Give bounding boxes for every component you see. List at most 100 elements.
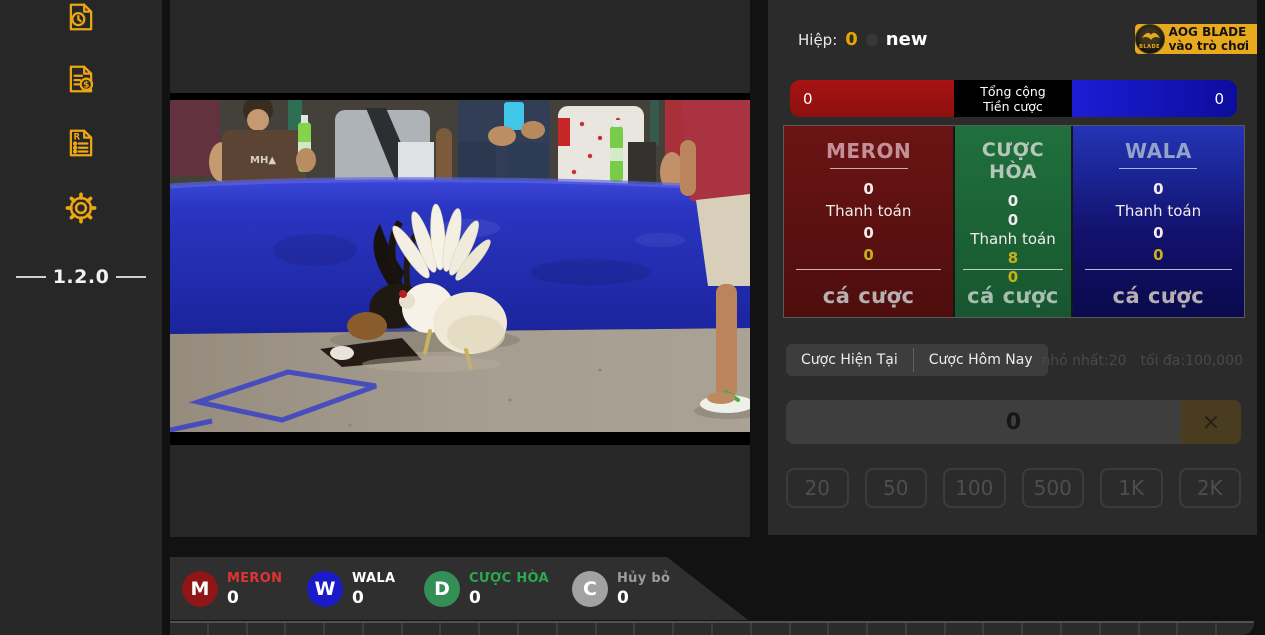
history-cell [829,623,868,635]
history-cell [1023,623,1062,635]
history-cell [635,623,674,635]
svg-text:MH▲: MH▲ [250,155,276,166]
draw-odds2: 0 [955,211,1071,230]
history-cell [597,623,636,635]
meron-pay-label: Thanh toán [784,200,953,222]
history-cell [791,623,830,635]
promo-banner[interactable]: BLADE AOG BLADE vào trò chơi [1135,24,1257,54]
meron-odds: 0 [784,178,953,200]
bet-limits: nhỏ nhất:20 tối đa:100,000 [1041,353,1243,369]
draw-pay-label: Thanh toán [955,230,1071,249]
round-value: 0 [845,29,858,50]
history-cell [713,623,752,635]
chip-row: 20 50 100 500 1K 2K [786,468,1241,508]
bet-summary-bar: M MERON 0 W WALA 0 D CƯỢC HÒA 0 C Hủy bỏ [170,557,748,620]
limit-min: nhỏ nhất:20 [1041,353,1126,369]
wala-pay-value: 0 [1073,222,1244,244]
bet-cards: MERON 0 Thanh toán 0 0 cá cược CƯỢC HÒA … [783,125,1245,318]
history-cell [1140,623,1179,635]
promo-logo-text: BLADE [1139,44,1160,50]
history-cell [519,623,558,635]
history-cell [325,623,364,635]
wala-badge-icon: W [307,571,343,607]
betting-panel: Hiệp: 0 new BLADE AOG BLADE vào trò chơi… [768,0,1257,535]
history-cell [1217,623,1254,635]
meron-summary-label: MERON [227,571,282,586]
history-cell [907,623,946,635]
draw-summary[interactable]: D CƯỢC HÒA 0 [424,571,549,608]
wala-summary-value: 0 [352,588,395,608]
draw-summary-value: 0 [469,588,549,608]
card-divider [963,269,1062,270]
wala-odds: 0 [1073,178,1244,200]
version-line-right [116,276,146,278]
history-cell [286,623,325,635]
cancel-summary-label: Hủy bỏ [617,571,670,586]
draw-card[interactable]: CƯỢC HÒA 0 0 Thanh toán 8 0 cá cược [955,126,1071,317]
cancel-badge-icon: C [572,571,608,607]
history-cell [558,623,597,635]
draw-bet-button[interactable]: cá cược [955,284,1071,308]
history-cell [248,623,287,635]
chip-2k[interactable]: 2K [1179,468,1242,508]
clear-amount-button[interactable]: × [1181,400,1241,444]
draw-badge-icon: D [424,571,460,607]
history-doc-icon[interactable] [65,1,97,33]
meron-card[interactable]: MERON 0 Thanh toán 0 0 cá cược [784,126,953,317]
history-cell [1062,623,1101,635]
chip-1k[interactable]: 1K [1100,468,1163,508]
chip-500[interactable]: 500 [1022,468,1085,508]
history-cell [403,623,442,635]
card-divider [1085,269,1232,270]
meron-pay-value: 0 [784,222,953,244]
wala-total: 0 [1072,80,1237,117]
history-cell [1101,623,1140,635]
totals-center-label: Tổng cộng Tiền cược [954,80,1072,117]
meron-summary[interactable]: M MERON 0 [182,571,282,608]
chip-50[interactable]: 50 [865,468,928,508]
round-status: new [886,29,928,50]
chip-20[interactable]: 20 [786,468,849,508]
report-doc-icon[interactable]: R [65,127,97,159]
aog-blade-logo-icon: BLADE [1135,24,1165,54]
title-rule [830,168,908,169]
wala-summary[interactable]: W WALA 0 [307,571,395,608]
tab-current-bets[interactable]: Cược Hiện Tại [786,344,913,376]
history-cell [209,623,248,635]
bet-tabs: Cược Hiện Tại Cược Hôm Nay [786,344,1048,376]
history-cell [364,623,403,635]
history-cell [674,623,713,635]
meron-summary-value: 0 [227,588,282,608]
meron-bet-button[interactable]: cá cược [784,284,953,308]
cancel-summary[interactable]: C Hủy bỏ 0 [572,571,670,608]
meron-title: MERON [784,139,953,163]
chip-100[interactable]: 100 [943,468,1006,508]
meron-badge-icon: M [182,571,218,607]
draw-pay-value: 8 [955,249,1071,268]
invoice-doc-icon[interactable]: $ [65,63,97,95]
draw-odds: 0 [955,192,1071,211]
history-cell [170,623,209,635]
amount-input-box: 0 × [786,400,1241,444]
amount-input[interactable]: 0 [786,400,1181,444]
wala-card[interactable]: WALA 0 Thanh toán 0 0 cá cược [1073,126,1244,317]
version-label: 1.2.0 [53,266,110,288]
meron-bet-value: 0 [784,244,953,266]
cancel-summary-value: 0 [617,588,670,608]
draw-title: CƯỢC HÒA [955,139,1071,183]
totals-bar: 0 Tổng cộng Tiền cược 0 [790,80,1237,117]
meron-total: 0 [790,80,954,117]
wala-pay-label: Thanh toán [1073,200,1244,222]
draw-summary-label: CƯỢC HÒA [469,571,549,586]
wala-title: WALA [1073,139,1244,163]
settings-gear-icon[interactable] [65,192,97,224]
svg-text:R: R [73,132,80,142]
wala-summary-label: WALA [352,571,395,586]
wala-bet-button[interactable]: cá cược [1073,284,1244,308]
version-row: 1.2.0 [0,266,162,288]
video-letterbox: MH▲ [170,93,750,445]
close-icon: × [1202,410,1220,435]
history-grid [170,621,1254,635]
tab-today-bets[interactable]: Cược Hôm Nay [914,344,1048,376]
card-divider [796,269,942,270]
